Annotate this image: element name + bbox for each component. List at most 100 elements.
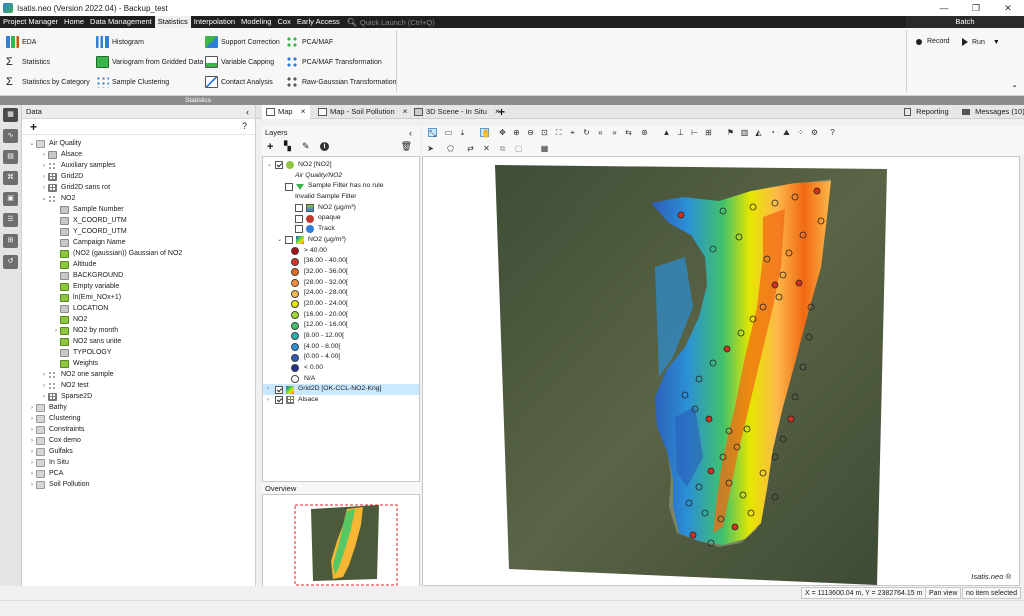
tree-item[interactable]: Sample Number bbox=[22, 204, 255, 215]
refresh-icon[interactable]: ↻ bbox=[582, 128, 591, 137]
menu-data-management[interactable]: Data Management bbox=[87, 16, 155, 28]
tab-map-close[interactable]: × bbox=[301, 107, 306, 116]
tree-item[interactable]: › Constraints bbox=[22, 424, 255, 435]
menu-home[interactable]: Home bbox=[61, 16, 87, 28]
variogram-gridded-button[interactable]: Variogram from Gridded Data bbox=[96, 56, 203, 68]
layer-row[interactable]: opaque bbox=[263, 213, 419, 224]
layer-visibility-checkbox[interactable] bbox=[295, 225, 303, 234]
statistics-button[interactable]: Σ Statistics bbox=[6, 56, 50, 68]
clear-selection-icon[interactable]: ✕ bbox=[482, 144, 491, 153]
tree-item[interactable]: X_COORD_UTM bbox=[22, 215, 255, 226]
center-icon[interactable]: ⊛ bbox=[640, 128, 649, 137]
pca-maf-transformation-button[interactable]: PCA/MAF Transformation bbox=[286, 56, 382, 68]
list-tool-icon[interactable]: ☰ bbox=[3, 213, 18, 227]
sample-point[interactable] bbox=[707, 467, 715, 475]
expand-caret-icon[interactable]: › bbox=[28, 468, 36, 479]
previous-view-icon[interactable]: « bbox=[596, 128, 605, 137]
tree-item[interactable]: › Grid2D bbox=[22, 171, 255, 182]
sample-point[interactable] bbox=[705, 415, 713, 423]
statistics-by-category-button[interactable]: Σ Statistics by Category bbox=[6, 76, 90, 88]
link-views-icon[interactable]: ⇆ bbox=[624, 128, 633, 137]
tree-item[interactable]: Weights bbox=[22, 358, 255, 369]
expand-caret-icon[interactable]: › bbox=[28, 435, 36, 446]
sample-point[interactable] bbox=[795, 279, 803, 287]
sample-point[interactable] bbox=[677, 211, 685, 219]
contour-icon[interactable]: ◔ bbox=[768, 128, 777, 137]
layer-visibility-checkbox[interactable] bbox=[275, 396, 283, 405]
tree-item[interactable]: › Clustering bbox=[22, 413, 255, 424]
export-icon[interactable]: ⤓ bbox=[458, 128, 467, 137]
layer-visibility-checkbox[interactable] bbox=[295, 204, 303, 213]
quick-launch-input[interactable]: 🔍︎ Quick Launch (Ctrl+Q) bbox=[343, 18, 435, 27]
tree-item[interactable]: › Cox demo bbox=[22, 435, 255, 446]
expand-caret-icon[interactable]: ⌄ bbox=[40, 193, 48, 204]
menu-early-access[interactable]: Early Access bbox=[294, 16, 343, 28]
layer-visibility-checkbox[interactable] bbox=[285, 182, 293, 191]
axis-icon[interactable]: ⊥ bbox=[676, 128, 685, 137]
layer-row[interactable]: › Grid2D [OK-CCL-NO2-Krig] bbox=[263, 384, 419, 396]
collapse-panel-icon[interactable]: ‹ bbox=[246, 105, 249, 119]
tab-messages[interactable]: Messages (10) bbox=[962, 105, 1024, 119]
maximize-button[interactable]: ❐ bbox=[960, 0, 992, 16]
tree-item[interactable]: › Soil Pollution bbox=[22, 479, 255, 490]
expand-caret-icon[interactable]: › bbox=[267, 384, 275, 395]
layer-visibility-checkbox[interactable] bbox=[275, 161, 283, 170]
add-data-button[interactable]: + bbox=[30, 120, 37, 134]
layer-row[interactable]: ⌄ NO2 (µg/m³) bbox=[263, 235, 419, 246]
layer-row[interactable]: › Alsace bbox=[263, 395, 419, 406]
expand-caret-icon[interactable]: › bbox=[28, 446, 36, 457]
scale-bar-icon[interactable]: ⊢ bbox=[690, 128, 699, 137]
collapse-layers-icon[interactable]: ‹ bbox=[409, 126, 412, 140]
tree-item[interactable]: (NO2 (gaussian)) Gaussian of NO2 bbox=[22, 248, 255, 259]
grid-lines-icon[interactable]: ⊞ bbox=[704, 128, 713, 137]
record-button[interactable]: Record bbox=[916, 38, 950, 45]
layer-row[interactable]: Sample Filter has no rule bbox=[263, 181, 419, 192]
lasso-select-icon[interactable]: ⬠ bbox=[446, 144, 455, 153]
expand-caret-icon[interactable]: › bbox=[40, 171, 48, 182]
tree-item[interactable]: › Bathy bbox=[22, 402, 255, 413]
zoom-selection-icon[interactable]: ⛶ bbox=[554, 128, 563, 137]
zoom-out-icon[interactable]: ⊖ bbox=[526, 128, 535, 137]
annotate-icon[interactable]: ⚑ bbox=[726, 128, 735, 137]
tree-item[interactable]: › In Situ bbox=[22, 457, 255, 468]
table-view-icon[interactable]: ▦ bbox=[540, 144, 549, 153]
map-view[interactable]: Isatis.neo ® bbox=[422, 156, 1020, 586]
ribbon-collapse-icon[interactable]: ⌃ bbox=[1011, 84, 1018, 93]
sample-point[interactable] bbox=[689, 531, 697, 539]
tree-item[interactable]: › NO2 test bbox=[22, 380, 255, 391]
layer-style-icon[interactable]: ▚ bbox=[284, 141, 291, 152]
expand-caret-icon[interactable]: › bbox=[40, 391, 48, 402]
tree-item[interactable]: LOCATION bbox=[22, 303, 255, 314]
tree-item[interactable]: ⌄ Air Quality bbox=[22, 138, 255, 149]
info-icon[interactable]: i bbox=[320, 142, 329, 151]
tree-item[interactable]: › NO2 by month bbox=[22, 325, 255, 336]
raw-gaussian-button[interactable]: Raw-Gaussian Transformation bbox=[286, 76, 397, 88]
close-button[interactable]: ✕ bbox=[992, 0, 1024, 16]
zoom-in-icon[interactable]: ⊕ bbox=[512, 128, 521, 137]
sample-clustering-button[interactable]: Sample Clustering bbox=[96, 76, 169, 88]
layer-visibility-checkbox[interactable] bbox=[285, 236, 293, 245]
pan-hand-icon[interactable]: ✋ bbox=[480, 128, 491, 138]
expand-caret-icon[interactable]: › bbox=[28, 424, 36, 435]
tree-item[interactable]: › Grid2D sans rot bbox=[22, 182, 255, 193]
batch-tab[interactable]: Batch bbox=[906, 16, 1024, 28]
support-correction-button[interactable]: Support Correction bbox=[205, 36, 280, 48]
expand-caret-icon[interactable]: › bbox=[28, 413, 36, 424]
sample-point[interactable] bbox=[787, 415, 795, 423]
expand-caret-icon[interactable]: › bbox=[267, 395, 275, 406]
fit-view-icon[interactable]: ⌖ bbox=[568, 128, 577, 137]
tab-reporting[interactable]: Reporting bbox=[904, 105, 949, 119]
delete-layer-icon[interactable]: 🗑︎ bbox=[401, 141, 412, 152]
sample-point[interactable] bbox=[813, 187, 821, 195]
tree-item[interactable]: › Gulfaks bbox=[22, 446, 255, 457]
menu-cox[interactable]: Cox bbox=[274, 16, 293, 28]
save-icon[interactable]: ▭ bbox=[444, 128, 453, 137]
tab-3d-scene[interactable]: 3D Scene - In Situ × bbox=[410, 105, 500, 119]
invert-selection-icon[interactable]: ⇄ bbox=[466, 144, 475, 153]
move-icon[interactable]: ✥ bbox=[498, 128, 507, 137]
tree-item[interactable]: NO2 sans unite bbox=[22, 336, 255, 347]
tree-item[interactable]: ⌄ NO2 bbox=[22, 193, 255, 204]
history-tool-icon[interactable]: ↺ bbox=[3, 255, 18, 269]
histogram-button[interactable]: Histogram bbox=[96, 36, 144, 48]
paste-selection-icon[interactable]: ▢ bbox=[514, 144, 523, 153]
